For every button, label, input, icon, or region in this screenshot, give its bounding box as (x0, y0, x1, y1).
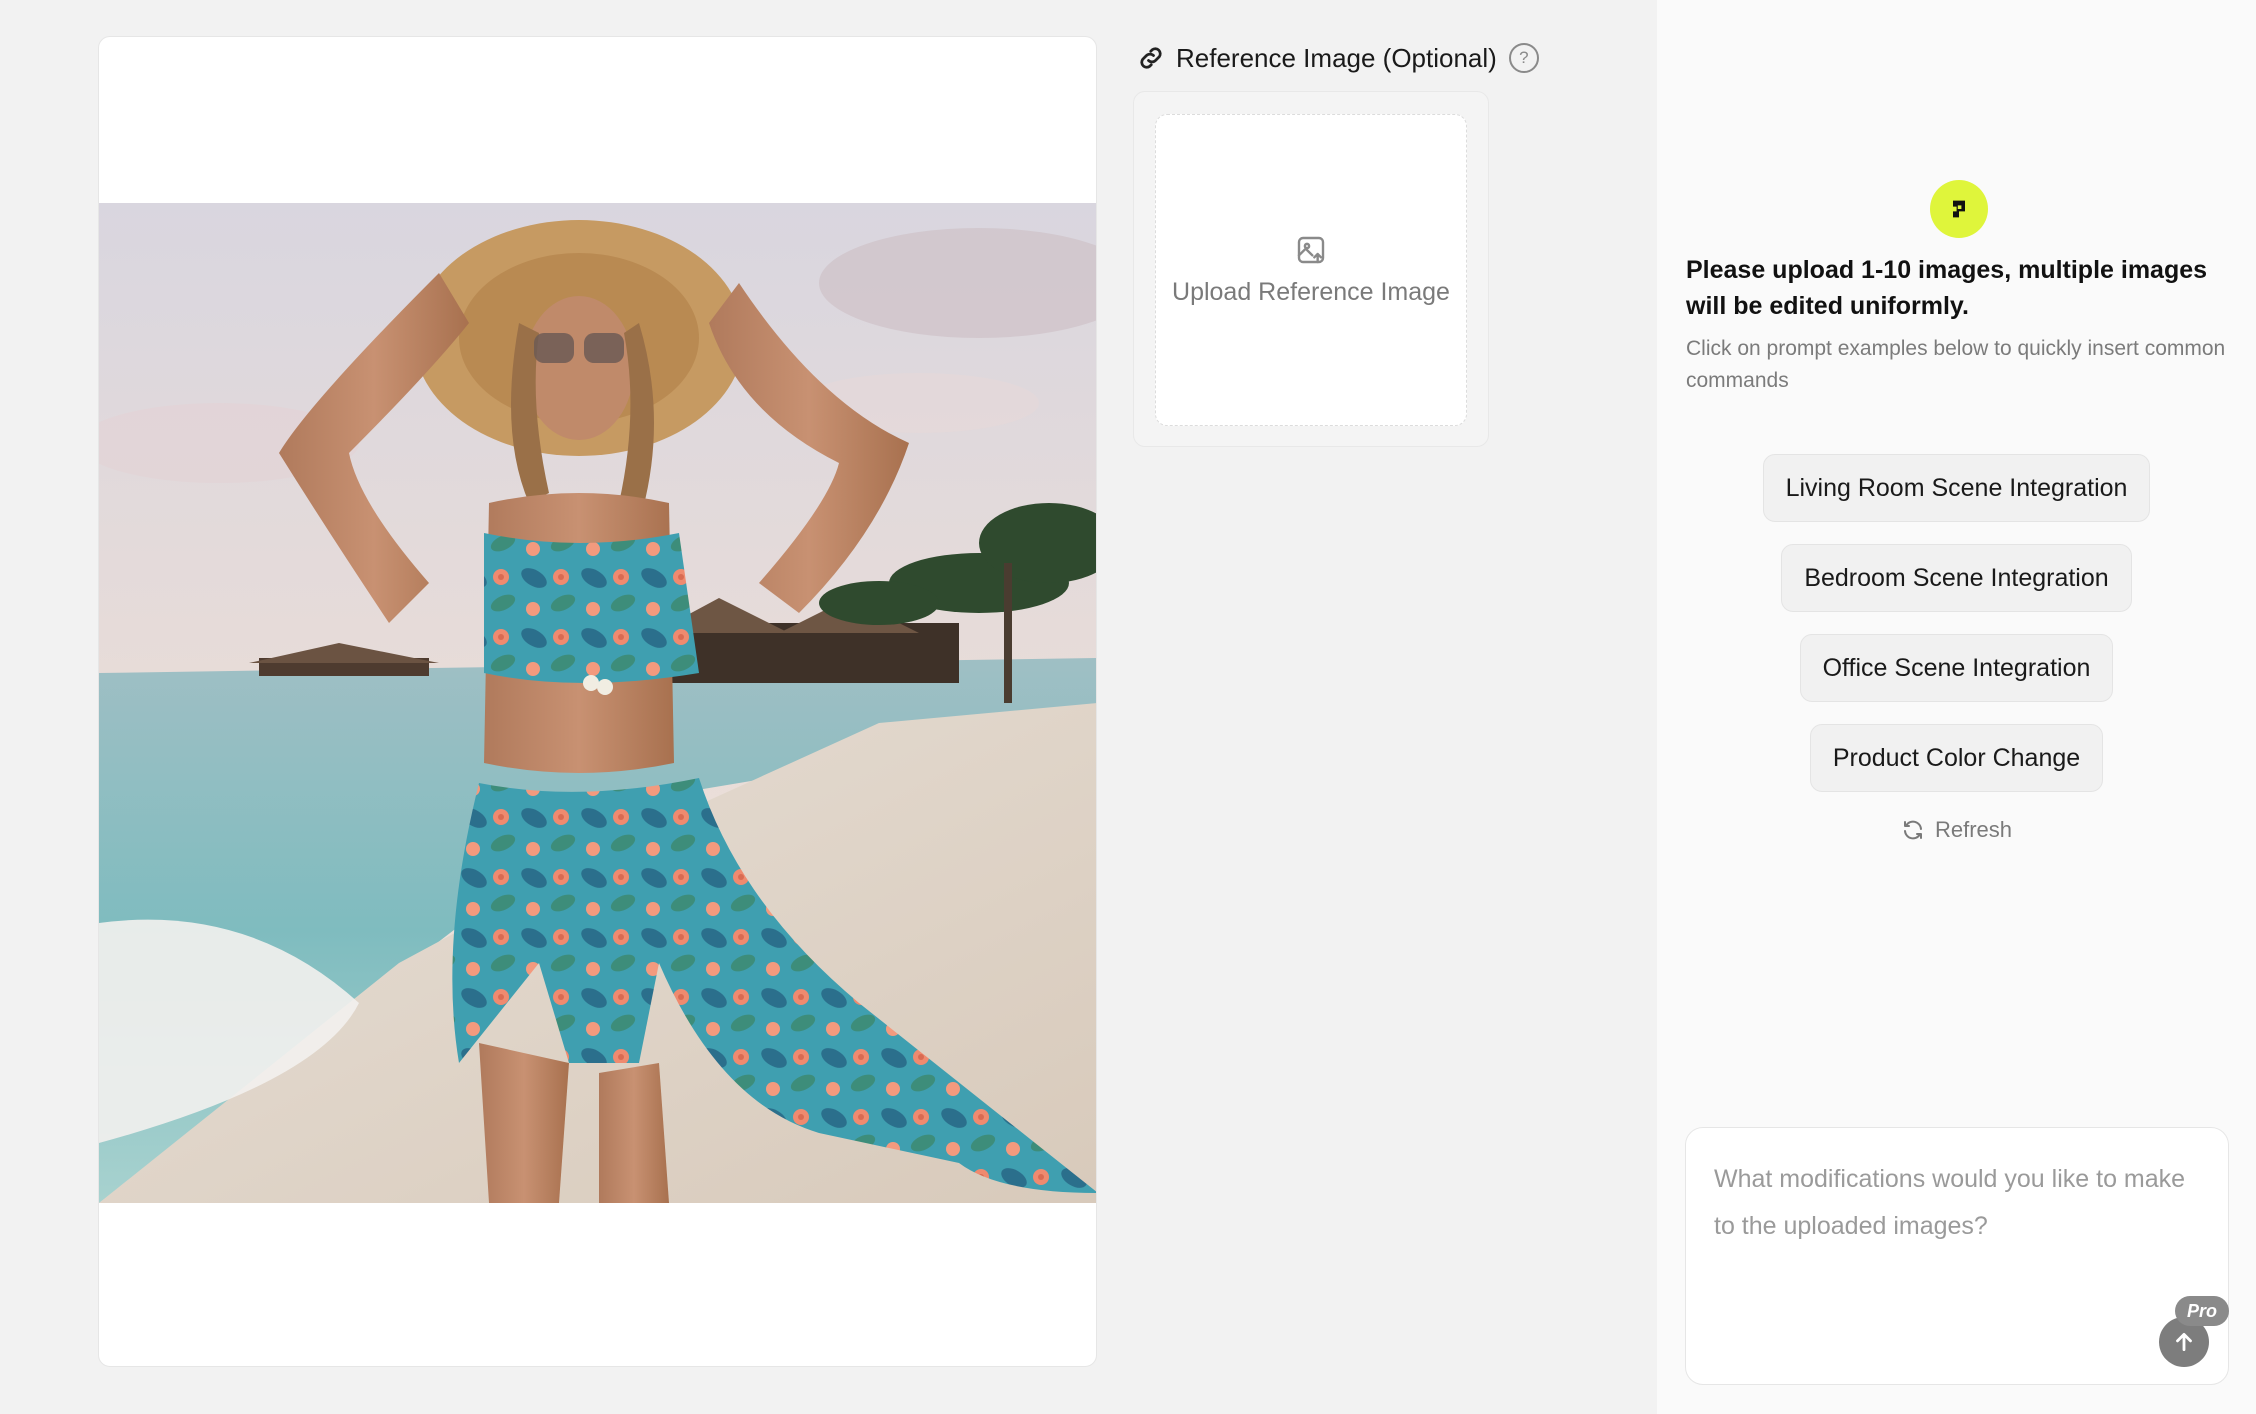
link-icon (1136, 43, 1166, 73)
reference-image-header: Reference Image (Optional) ? (1136, 38, 1539, 78)
prompt-hint: Click on prompt examples below to quickl… (1686, 337, 2226, 392)
refresh-button[interactable]: Refresh (1657, 814, 2256, 846)
arrow-up-icon (2176, 1333, 2192, 1351)
assistant-panel: Please upload 1-10 images, multiple imag… (1657, 0, 2256, 1414)
pro-badge: Pro (2175, 1296, 2230, 1326)
upload-reference-image-button[interactable]: Upload Reference Image (1155, 114, 1467, 426)
reference-image-title: Reference Image (Optional) (1176, 42, 1497, 73)
prompt-office-button[interactable]: Office Scene Integration (1799, 634, 2114, 702)
refresh-label: Refresh (1934, 817, 2013, 842)
reference-image-box: Upload Reference Image (1133, 91, 1489, 447)
prompt-input-box: Pro (1685, 1127, 2230, 1385)
upload-reference-label: Upload Reference Image (1172, 277, 1450, 306)
prompt-bedroom-button[interactable]: Bedroom Scene Integration (1781, 544, 2132, 612)
uploaded-product-photo (99, 203, 1096, 1203)
prompt-living-room-button[interactable]: Living Room Scene Integration (1762, 454, 2151, 522)
prompt-color-change-button[interactable]: Product Color Change (1809, 724, 2104, 792)
refresh-icon (1901, 818, 1925, 842)
modification-prompt-input[interactable] (1714, 1156, 2194, 1296)
image-preview-card (98, 36, 1097, 1367)
page: Reference Image (Optional) ? Upload Refe… (0, 0, 2256, 1414)
image-upload-icon (1295, 234, 1327, 266)
prompt-examples: Living Room Scene Integration Bedroom Sc… (1657, 454, 2256, 792)
upload-instruction: Please upload 1-10 images, multiple imag… (1686, 256, 2208, 320)
help-icon[interactable]: ? (1508, 43, 1539, 73)
logo-icon (1930, 180, 1988, 238)
